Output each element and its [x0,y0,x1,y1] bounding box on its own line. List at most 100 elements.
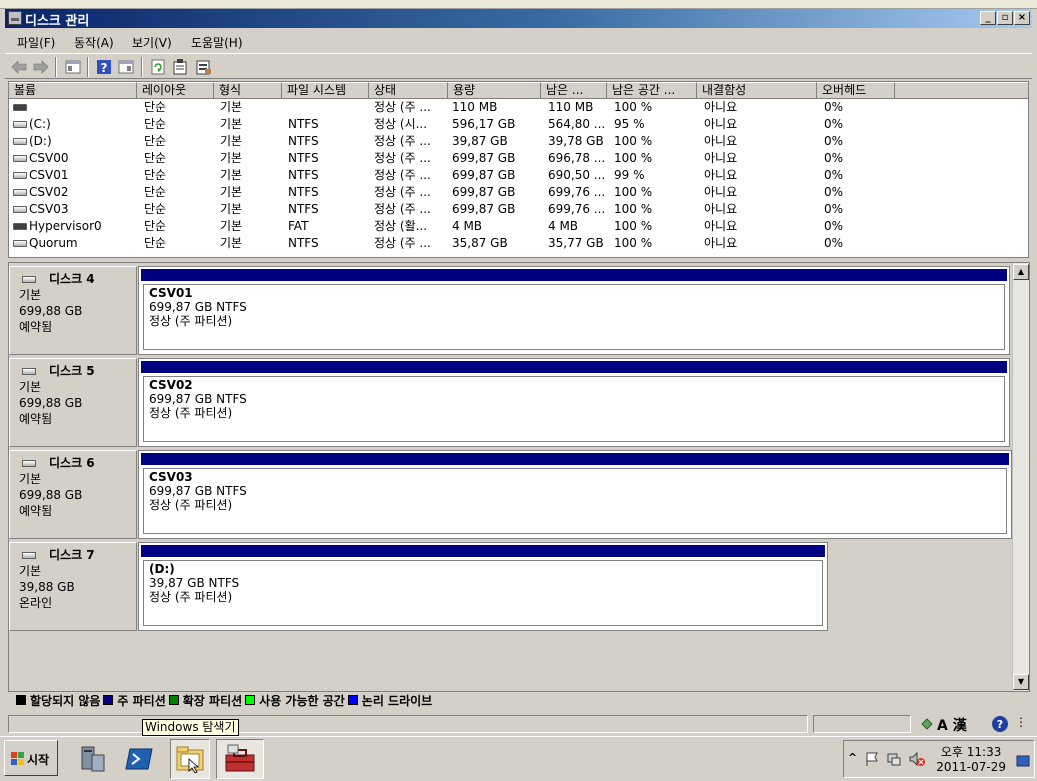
computer-management-icon[interactable] [222,741,258,777]
volume-cell-type: 기본 [220,168,243,182]
col-layout[interactable]: 레이아웃 [137,82,214,99]
volume-cell-fs: NTFS [288,134,319,148]
close-button[interactable]: × [1014,11,1030,25]
disk-name-text: 디스크 6 [49,456,95,470]
disk-size: 699,88 GB [19,396,83,410]
volume-cell-overhead: 0% [824,100,844,114]
start-button[interactable]: 시작 [4,740,58,776]
clock[interactable]: 오후 11:33 2011-07-29 [936,745,1006,775]
ime-help-icon[interactable]: ? [991,715,1009,733]
disk-name: 디스크 5 [19,363,136,379]
properties-pane-icon[interactable] [117,58,135,76]
col-capacity[interactable]: 용량 [448,82,541,99]
partition-size: 699,87 GB NTFS [149,300,247,314]
menu-help[interactable]: 도움말(H) [191,34,243,51]
partition-block[interactable]: (D:) 39,87 GB NTFS 정상 (주 파티션) [138,542,828,631]
properties-icon[interactable] [171,58,189,76]
volume-cell-layout: 단순 [144,236,167,250]
partition-details[interactable]: (D:) 39,87 GB NTFS 정상 (주 파티션) [143,560,823,626]
volume-row[interactable]: Hypervisor0 단순 기본 FAT 정상 (활... 4 MB 4 MB 100 % 아… [9,218,1028,235]
volume-row[interactable]: CSV00 단순 기본 NTFS 정상 (주 ... 699,87 GB 696,78 ..… [9,150,1028,167]
title-bar: 디스크 관리 _ ▫ × [5,9,1032,29]
forward-icon[interactable] [32,58,50,76]
col-volume[interactable]: 볼륨 [9,82,137,99]
vertical-scrollbar[interactable]: ▲ ▼ [1012,263,1029,691]
volume-cell-status: 정상 (주 ... [374,100,431,114]
volume-cell-capacity: 39,87 GB [452,134,508,148]
disk-size: 699,88 GB [19,488,83,502]
back-icon[interactable] [10,58,28,76]
menu-view[interactable]: 보기(V) [132,34,172,51]
volume-cell-type: 기본 [220,134,243,148]
export-icon[interactable] [195,58,213,76]
disk-name: 디스크 7 [19,547,136,563]
partition-name: (D:) [149,562,175,576]
menu-file[interactable]: 파일(F) [17,34,55,51]
windows-explorer-icon[interactable] [172,741,208,777]
volume-row[interactable]: Quorum 단순 기본 NTFS 정상 (주 ... 35,87 GB 35,77 GB 1… [9,235,1028,252]
show-desktop-icon[interactable] [1016,755,1030,767]
show-hidden-icon[interactable]: ^ [848,751,857,764]
volume-muted-icon[interactable] [908,751,926,767]
scroll-down-icon[interactable]: ▼ [1013,674,1029,690]
volume-row[interactable]: CSV03 단순 기본 NTFS 정상 (주 ... 699,87 GB 699,76 ..… [9,201,1028,218]
col-fault-tolerance[interactable]: 내결함성 [697,82,817,99]
taskbar-tooltip: Windows 탐색기 [142,719,239,736]
disk-label[interactable]: 디스크 5 기본 699,88 GB 예약됨 [9,358,137,447]
disk-management-icon [8,11,22,25]
disk-icon [22,552,36,559]
volume-cell-fs: NTFS [288,236,319,250]
console-tree-icon[interactable] [64,58,82,76]
volume-cell-fs: NTFS [288,151,319,165]
network-icon[interactable] [886,751,902,767]
legend-label: 주 파티션 [117,693,166,708]
partition-block[interactable]: CSV03 699,87 GB NTFS 정상 (주 파티션) [138,450,1012,539]
partition-block[interactable]: CSV02 699,87 GB NTFS 정상 (주 파티션) [138,358,1010,447]
disk-label[interactable]: 디스크 6 기본 699,88 GB 예약됨 [9,450,137,539]
powershell-icon[interactable] [122,741,158,777]
ime-options-icon[interactable]: ⋮ [1015,715,1027,729]
help-icon[interactable]: ? [95,58,113,76]
partition-name: CSV01 [149,286,193,300]
volume-cell-overhead: 0% [824,236,844,250]
restore-button[interactable]: ▫ [997,11,1013,25]
col-filesystem[interactable]: 파일 시스템 [282,82,369,99]
volume-cell-capacity: 699,87 GB [452,168,516,182]
partition-size: 39,87 GB NTFS [149,576,240,590]
volume-row[interactable]: (C:) 단순 기본 NTFS 정상 (시... 596,17 GB 564,80 ... 9… [9,116,1028,133]
partition-details[interactable]: CSV02 699,87 GB NTFS 정상 (주 파티션) [143,376,1005,442]
ime-mode-label[interactable]: A 漢 [937,715,967,735]
disk-label[interactable]: 디스크 4 기본 699,88 GB 예약됨 [9,266,137,355]
refresh-icon[interactable] [149,58,167,76]
volume-row[interactable]: 단순 기본 정상 (주 ... 110 MB 110 MB 100 % 아니요 0% [9,99,1028,116]
flag-icon[interactable] [864,751,880,767]
partition-details[interactable]: CSV01 699,87 GB NTFS 정상 (주 파티션) [143,284,1005,350]
menu-action[interactable]: 동작(A) [74,34,114,51]
legend-swatch [245,695,256,705]
partition-status: 정상 (주 파티션) [149,498,233,512]
partition-name: CSV02 [149,378,193,392]
disk-name-text: 디스크 4 [49,272,95,286]
volume-cell-fs: NTFS [288,168,319,182]
col-free[interactable]: 남은 ... [541,82,607,99]
volume-row[interactable]: CSV02 단순 기본 NTFS 정상 (주 ... 699,87 GB 699,76 ..… [9,184,1028,201]
disk-label[interactable]: 디스크 7 기본 39,88 GB 온라인 [9,542,137,631]
volume-cell-fault: 아니요 [704,117,738,131]
volume-row[interactable]: CSV01 단순 기본 NTFS 정상 (주 ... 699,87 GB 690,50 ..… [9,167,1028,184]
partition-details[interactable]: CSV03 699,87 GB NTFS 정상 (주 파티션) [143,468,1007,534]
col-status[interactable]: 상태 [369,82,448,99]
col-free-pct[interactable]: 남은 공간 ... [607,82,697,99]
volume-row[interactable]: (D:) 단순 기본 NTFS 정상 (주 ... 39,87 GB 39,78 GB 100… [9,133,1028,150]
col-overhead[interactable]: 오버헤드 [817,82,895,99]
volume-list-header: 볼륨 레이아웃 형식 파일 시스템 상태 용량 남은 ... 남은 공간 ...… [9,82,1028,99]
language-bar-icon[interactable] [919,716,935,732]
col-type[interactable]: 형식 [214,82,282,99]
volume-cell-status: 정상 (주 ... [374,134,431,148]
server-manager-icon[interactable] [74,741,110,777]
minimize-button[interactable]: _ [980,11,996,25]
volume-cell-free: 35,77 GB [548,236,604,250]
scroll-up-icon[interactable]: ▲ [1013,264,1029,280]
partition-status: 정상 (주 파티션) [149,406,233,420]
clock-time: 오후 11:33 [940,745,1002,759]
partition-block[interactable]: CSV01 699,87 GB NTFS 정상 (주 파티션) [138,266,1010,355]
